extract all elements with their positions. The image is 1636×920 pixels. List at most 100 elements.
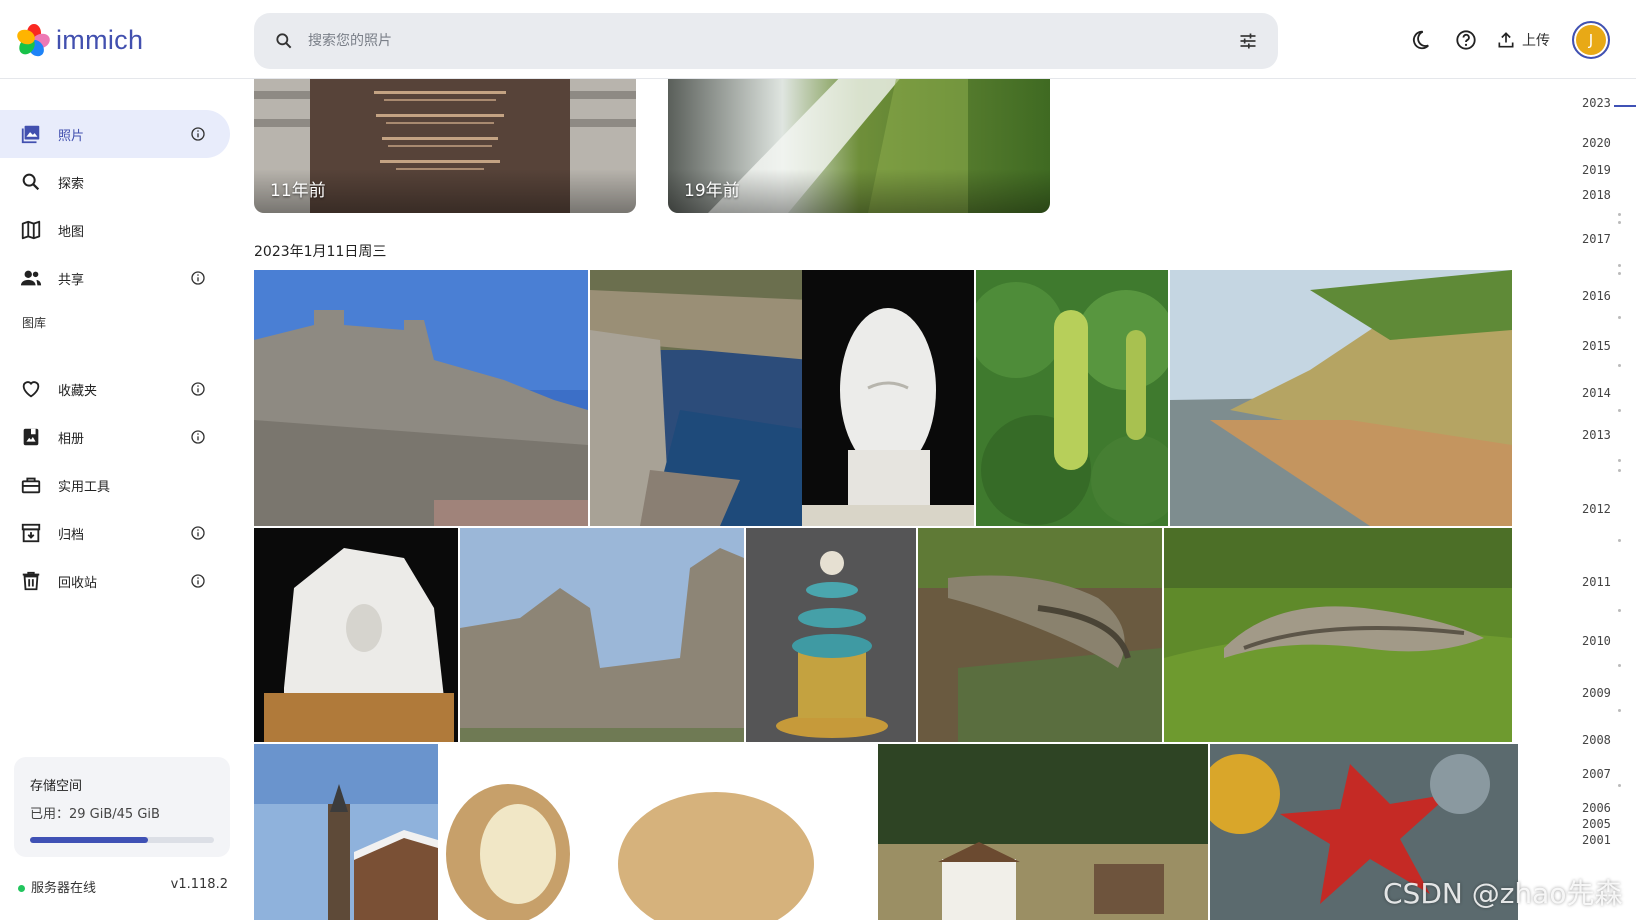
timeline-year[interactable]: 2001 (1582, 833, 1611, 847)
photo-thumbnail[interactable] (590, 270, 810, 526)
sidebar-item-trash[interactable]: 回收站 (0, 557, 230, 605)
photos-icon (21, 125, 40, 144)
timeline-dot (1618, 664, 1621, 667)
timeline-year[interactable]: 2019 (1582, 163, 1611, 177)
help-icon (1456, 30, 1476, 50)
sidebar-item-favorites[interactable]: 收藏夹 (0, 365, 230, 413)
upload-label: 上传 (1522, 33, 1550, 49)
search-bar[interactable] (254, 13, 1278, 69)
photo-thumbnail[interactable] (254, 528, 458, 742)
memory-card[interactable]: 11年前 (254, 79, 636, 213)
upload-button[interactable]: 上传 (1496, 30, 1550, 50)
timeline-year[interactable]: 2005 (1582, 817, 1611, 831)
app-name: immich (56, 24, 144, 55)
scrubber-position-marker[interactable] (1614, 105, 1636, 107)
timeline-dot (1618, 316, 1621, 319)
timeline-year[interactable]: 2012 (1582, 502, 1611, 516)
storage-panel: 存储空间 已用：29 GiB/45 GiB (14, 757, 230, 857)
sidebar-item-label: 探索 (58, 176, 85, 192)
photo-timeline: 11年前 19年前 2023年1月11日周三 (244, 79, 1574, 920)
photo-thumbnail[interactable] (254, 744, 438, 920)
memory-label: 19年前 (684, 181, 740, 201)
sidebar-item-sharing[interactable]: 共享 (0, 254, 230, 302)
timeline-year[interactable]: 2016 (1582, 289, 1611, 303)
app-logo[interactable]: immich (15, 24, 144, 60)
info-icon[interactable] (190, 429, 206, 445)
heart-icon (22, 381, 40, 398)
sidebar-item-label: 回收站 (58, 575, 98, 591)
timeline-scrubber[interactable]: 2023 2020 2019 2018 2017 2016 2015 2014 … (1574, 79, 1636, 920)
sidebar-item-albums[interactable]: 相册 (0, 413, 230, 461)
photo-thumbnail[interactable] (976, 270, 1168, 526)
sidebar-item-photos[interactable]: 照片 (0, 110, 230, 158)
timeline-year[interactable]: 2009 (1582, 686, 1611, 700)
timeline-year[interactable]: 2014 (1582, 386, 1611, 400)
info-icon[interactable] (190, 270, 206, 286)
sidebar-item-label: 实用工具 (58, 479, 111, 495)
timeline-year[interactable]: 2013 (1582, 428, 1611, 442)
sidebar-item-archive[interactable]: 归档 (0, 509, 230, 557)
timeline-dot (1618, 609, 1621, 612)
sidebar-item-label: 共享 (58, 272, 85, 288)
sidebar-item-explore[interactable]: 探索 (0, 158, 230, 206)
header-actions: 上传 J (1394, 20, 1610, 60)
photo-thumbnail[interactable] (1170, 270, 1512, 526)
trash-icon (22, 571, 40, 591)
sidebar-item-map[interactable]: 地图 (0, 206, 230, 254)
timeline-year[interactable]: 2011 (1582, 575, 1611, 589)
sidebar-item-utilities[interactable]: 实用工具 (0, 461, 230, 509)
people-icon (20, 270, 42, 286)
moon-icon (1412, 30, 1429, 50)
photo-thumbnail[interactable] (440, 744, 876, 920)
sidebar-item-label: 收藏夹 (58, 383, 98, 399)
timeline-year[interactable]: 2023 (1582, 96, 1611, 110)
photo-thumbnail[interactable] (460, 528, 744, 742)
timeline-dot (1618, 459, 1621, 462)
memory-card[interactable]: 19年前 (668, 79, 1050, 213)
timeline-year[interactable]: 2015 (1582, 339, 1611, 353)
search-input[interactable] (308, 33, 1188, 49)
timeline-year[interactable]: 2017 (1582, 232, 1611, 246)
immich-logo-icon (15, 24, 52, 60)
timeline-year[interactable]: 2010 (1582, 634, 1611, 648)
timeline-year[interactable]: 2020 (1582, 136, 1611, 150)
date-group-heading: 2023年1月11日周三 (254, 244, 387, 260)
photo-thumbnail[interactable] (878, 744, 1208, 920)
dark-mode-toggle[interactable] (1400, 20, 1440, 60)
info-icon[interactable] (190, 573, 206, 589)
storage-title: 存储空间 (30, 779, 83, 794)
timeline-dot (1618, 213, 1621, 216)
info-icon[interactable] (190, 381, 206, 397)
photo-thumbnail[interactable] (1164, 528, 1512, 742)
storage-used: 已用：29 GiB/45 GiB (30, 807, 160, 822)
server-version[interactable]: v1.118.2 (171, 877, 228, 892)
sidebar-item-label: 相册 (58, 431, 85, 447)
help-button[interactable] (1446, 20, 1486, 60)
search-filters-icon[interactable] (1238, 31, 1258, 51)
photo-thumbnail[interactable] (746, 528, 916, 742)
timeline-dot (1618, 272, 1621, 275)
search-icon (22, 173, 40, 191)
toolbox-icon (21, 477, 41, 494)
timeline-year[interactable]: 2006 (1582, 801, 1611, 815)
info-icon[interactable] (190, 525, 206, 541)
top-bar: immich 上传 J (0, 0, 1636, 79)
user-avatar[interactable]: J (1572, 21, 1610, 59)
photo-thumbnail[interactable] (918, 528, 1162, 742)
timeline-year[interactable]: 2018 (1582, 188, 1611, 202)
search-icon (276, 33, 292, 49)
timeline-dot (1618, 539, 1621, 542)
storage-progress-bar (30, 837, 214, 843)
photo-thumbnail[interactable] (254, 270, 588, 526)
sidebar-item-label: 归档 (58, 527, 85, 543)
sidebar-item-label: 地图 (58, 224, 85, 240)
timeline-year[interactable]: 2007 (1582, 767, 1611, 781)
album-icon (23, 428, 39, 446)
memory-label: 11年前 (270, 181, 326, 201)
storage-progress-fill (30, 837, 149, 843)
timeline-dot (1618, 409, 1621, 412)
server-status-label: 服务器在线 (31, 881, 97, 896)
photo-thumbnail[interactable] (802, 270, 974, 526)
timeline-year[interactable]: 2008 (1582, 733, 1611, 747)
info-icon[interactable] (190, 126, 206, 142)
